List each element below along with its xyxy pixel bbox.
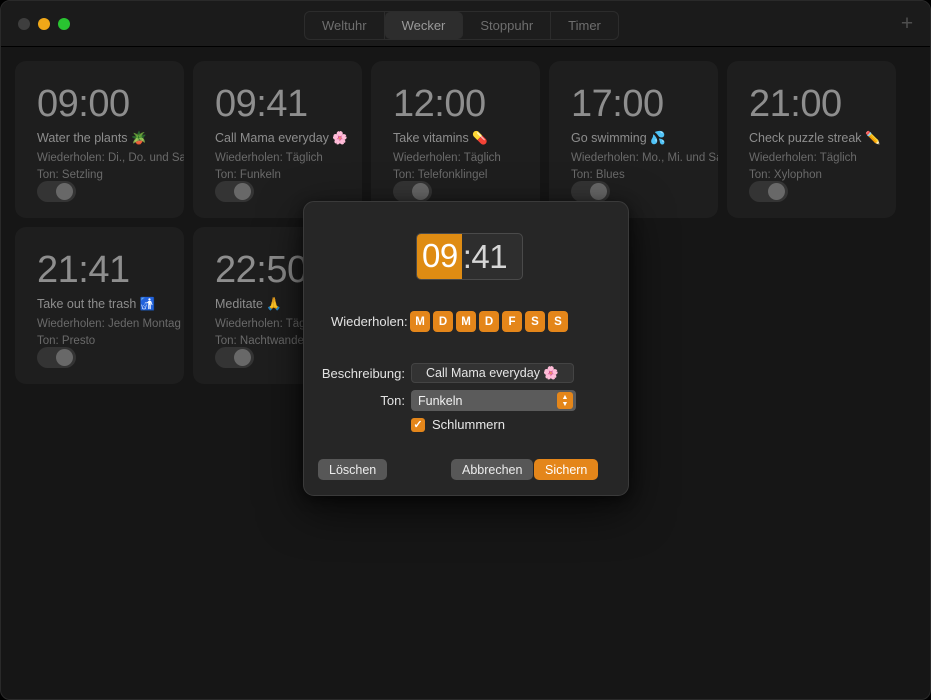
alarm-toggle[interactable] — [749, 181, 788, 202]
toggle-knob — [56, 349, 73, 366]
alarm-repeat: Wiederholen: Täglich — [393, 152, 501, 164]
toggle-knob — [412, 183, 429, 200]
toggle-knob — [56, 183, 73, 200]
alarm-toggle[interactable] — [215, 181, 254, 202]
snooze-row[interactable]: ✓ Schlummern — [411, 417, 505, 432]
alarm-card[interactable]: 12:00 Take vitamins 💊 Wiederholen: Tägli… — [371, 61, 540, 218]
alarm-description: Water the plants 🪴 — [37, 131, 147, 145]
description-label: Beschreibung: — [321, 366, 405, 381]
maximize-window-button[interactable] — [58, 18, 70, 30]
alarm-description: Go swimming 💦 — [571, 131, 666, 145]
chevron-updown-icon[interactable]: ▲ ▼ — [557, 392, 573, 409]
sound-select[interactable]: Funkeln ▲ ▼ — [411, 390, 576, 411]
edit-alarm-dialog: 09 :41 — [303, 201, 629, 496]
tab-stoppuhr[interactable]: Stoppuhr — [463, 12, 552, 39]
alarm-time-stepper[interactable]: 09 :41 — [416, 233, 523, 280]
alarm-description: Call Mama everyday 🌸 — [215, 131, 348, 145]
alarm-sound: Ton: Xylophon — [749, 169, 822, 181]
alarm-repeat: Wiederholen: Täglich — [749, 152, 857, 164]
weekday-button-fr[interactable]: F — [502, 311, 522, 332]
alarm-toggle[interactable] — [571, 181, 610, 202]
toggle-knob — [234, 183, 251, 200]
alarm-time: 17:00 — [571, 83, 664, 125]
cancel-button[interactable]: Abbrechen — [451, 459, 534, 480]
sound-label: Ton: — [380, 393, 405, 408]
weekday-button-di[interactable]: D — [433, 311, 453, 332]
snooze-label: Schlummern — [432, 417, 505, 432]
alarm-toggle[interactable] — [37, 181, 76, 202]
tab-weltuhr[interactable]: Weltuhr — [305, 12, 385, 39]
weekday-button-so[interactable]: S — [548, 311, 568, 332]
alarm-toggle[interactable] — [37, 347, 76, 368]
minimize-window-button[interactable] — [38, 18, 50, 30]
repeat-label: Wiederholen: — [331, 314, 408, 329]
time-minutes-segment[interactable]: :41 — [462, 238, 508, 276]
close-window-button[interactable] — [18, 18, 30, 30]
tab-timer[interactable]: Timer — [551, 12, 618, 39]
alarm-repeat: Wiederholen: Di., Do. und Sa. — [37, 152, 184, 164]
alarm-toggle[interactable] — [215, 347, 254, 368]
alarm-sound: Ton: Blues — [571, 169, 625, 181]
alarm-description: Take vitamins 💊 — [393, 131, 488, 145]
delete-button[interactable]: Löschen — [318, 459, 388, 480]
tab-segmented-control: Weltuhr Wecker Stoppuhr Timer — [304, 11, 619, 40]
alarm-sound: Ton: Setzling — [37, 169, 103, 181]
alarm-card[interactable]: 17:00 Go swimming 💦 Wiederholen: Mo., Mi… — [549, 61, 718, 218]
alarm-toggle[interactable] — [393, 181, 432, 202]
alarm-time: 21:00 — [749, 83, 842, 125]
alarm-card[interactable]: 09:00 Water the plants 🪴 Wiederholen: Di… — [15, 61, 184, 218]
alarm-sound: Ton: Presto — [37, 335, 96, 347]
time-hours-segment[interactable]: 09 — [417, 234, 462, 279]
weekday-button-do[interactable]: D — [479, 311, 499, 332]
save-button[interactable]: Sichern — [534, 459, 599, 480]
tab-wecker[interactable]: Wecker — [384, 12, 464, 39]
clock-window: Weltuhr Wecker Stoppuhr Timer + 09:00 Wa… — [0, 0, 931, 700]
snooze-checkbox[interactable]: ✓ — [411, 417, 425, 432]
toggle-knob — [234, 349, 251, 366]
sound-selected-value: Funkeln — [418, 393, 463, 408]
alarm-sound: Ton: Telefonklingel — [393, 169, 488, 181]
description-input[interactable]: Call Mama everyday 🌸 — [411, 363, 574, 383]
toggle-knob — [590, 183, 607, 200]
alarm-repeat: Wiederholen: Mo., Mi. und Sa. — [571, 152, 718, 164]
weekday-selector: M D M D F S S — [410, 311, 568, 332]
chevron-up-glyph: ▲ — [561, 393, 569, 401]
alarm-sound: Ton: Funkeln — [215, 169, 281, 181]
alarm-time: 09:00 — [37, 83, 130, 125]
alarm-card[interactable]: 21:41 Take out the trash 🚮 Wiederholen: … — [15, 227, 184, 384]
add-alarm-icon[interactable]: + — [896, 13, 918, 36]
toggle-knob — [768, 183, 785, 200]
alarm-description: Take out the trash 🚮 — [37, 297, 156, 311]
alarm-card[interactable]: 09:41 Call Mama everyday 🌸 Wiederholen: … — [193, 61, 362, 218]
weekday-button-mi[interactable]: M — [456, 311, 476, 332]
alarm-description: Check puzzle streak ✏️ — [749, 131, 881, 145]
alarm-repeat: Wiederholen: Täglich — [215, 152, 323, 164]
weekday-button-mo[interactable]: M — [410, 311, 430, 332]
alarm-card[interactable]: 21:00 Check puzzle streak ✏️ Wiederholen… — [727, 61, 896, 218]
chevron-down-glyph: ▼ — [561, 400, 569, 408]
alarm-time: 09:41 — [215, 83, 308, 125]
title-bar: Weltuhr Wecker Stoppuhr Timer + — [1, 1, 930, 47]
traffic-light-group — [18, 18, 70, 30]
weekday-button-sa[interactable]: S — [525, 311, 545, 332]
alarm-repeat: Wiederholen: Jeden Montag — [37, 318, 181, 330]
alarm-time: 21:41 — [37, 249, 130, 291]
alarm-time: 12:00 — [393, 83, 486, 125]
